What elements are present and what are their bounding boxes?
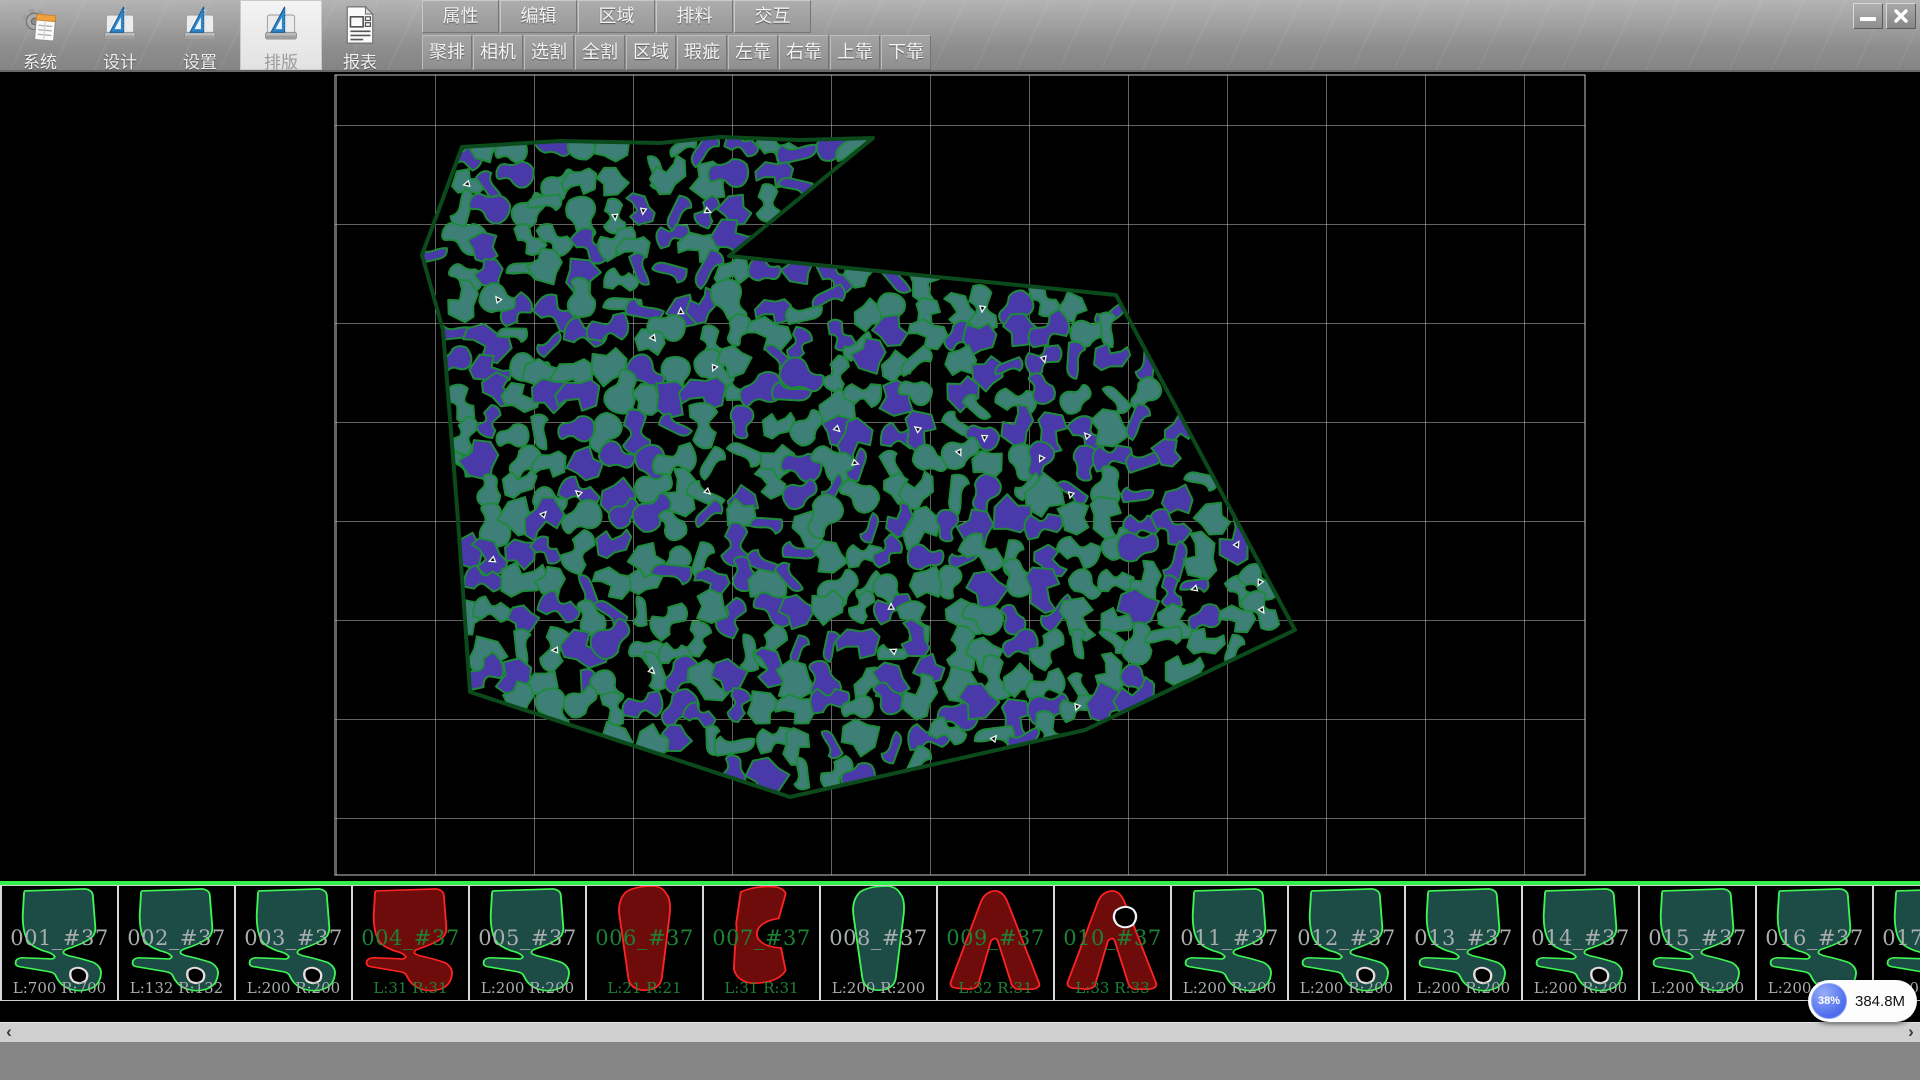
- main-tab-nesting[interactable]: 排版: [240, 0, 322, 70]
- main-tab-report[interactable]: 报表: [328, 0, 392, 70]
- part-thumbnail-010_#37[interactable]: 010_#37 L:33 R:33: [1055, 885, 1172, 1001]
- part-name: 004_#37: [353, 926, 468, 950]
- part-counts: L:200 R:200: [236, 979, 351, 997]
- tool-item-7[interactable]: 右靠: [779, 35, 829, 70]
- menu-item-0[interactable]: 属性: [422, 0, 499, 33]
- menu-bar: 属性编辑区域排料交互: [422, 0, 812, 33]
- part-counts: L:32 R:31: [938, 979, 1053, 997]
- part-counts: L:200 R:200: [1172, 979, 1287, 997]
- main-tab-setup[interactable]: 设置: [168, 0, 232, 70]
- part-name: 002_#37: [119, 926, 234, 950]
- progress-percent: 38%: [1818, 995, 1840, 1007]
- ruler-icon: [180, 3, 220, 47]
- part-thumbnail-014_#37[interactable]: 014_#37 L:200 R:200: [1523, 885, 1640, 1001]
- toolbar: 系统设计设置排版报表 属性编辑区域排料交互 聚排相机选割全割区域瑕疵左靠右靠上靠…: [0, 0, 1920, 72]
- nesting-canvas[interactable]: [0, 72, 1920, 881]
- part-name: 003_#37: [236, 926, 351, 950]
- part-counts: L:200 R:200: [1523, 979, 1638, 997]
- nesting-canvas-svg: [0, 72, 1920, 881]
- tool-item-6[interactable]: 左靠: [728, 35, 778, 70]
- progress-circle: 38%: [1811, 983, 1847, 1019]
- tool-bar: 聚排相机选割全割区域瑕疵左靠右靠上靠下靠: [422, 35, 932, 70]
- part-counts: L:700 R:700: [2, 979, 117, 997]
- part-thumbnail-003_#37[interactable]: 003_#37 L:200 R:200: [236, 885, 353, 1001]
- part-name: 008_#37: [821, 926, 936, 950]
- part-thumbnail-008_#37[interactable]: 008_#37 L:200 R:200: [821, 885, 938, 1001]
- main-tab-design[interactable]: 设计: [88, 0, 152, 70]
- part-name: 016_#37: [1757, 926, 1872, 950]
- part-name: 009_#37: [938, 926, 1053, 950]
- part-counts: L:200 R:200: [1289, 979, 1404, 997]
- part-name: 014_#37: [1523, 926, 1638, 950]
- part-counts: L:200 R:200: [470, 979, 585, 997]
- part-counts: L:200 R:200: [1640, 979, 1755, 997]
- part-counts: L:132 R:132: [119, 979, 234, 997]
- menu-item-1[interactable]: 编辑: [500, 0, 577, 33]
- part-counts: L:31 R:31: [704, 979, 819, 997]
- tool-item-2[interactable]: 选割: [524, 35, 574, 70]
- part-name: 015_#37: [1640, 926, 1755, 950]
- application-window: 系统设计设置排版报表 属性编辑区域排料交互 聚排相机选割全割区域瑕疵左靠右靠上靠…: [0, 0, 1920, 1080]
- part-thumbnail-011_#37[interactable]: 011_#37 L:200 R:200: [1172, 885, 1289, 1001]
- ruler-icon: [261, 3, 301, 47]
- part-name: 001_#37: [2, 926, 117, 950]
- tool-item-5[interactable]: 瑕疵: [677, 35, 727, 70]
- horizontal-scrollbar[interactable]: ‹ ›: [0, 1022, 1920, 1042]
- ruler-icon: [100, 3, 140, 47]
- close-icon: [1894, 9, 1908, 23]
- scroll-right-arrow[interactable]: ›: [1902, 1023, 1920, 1043]
- menu-item-2[interactable]: 区域: [578, 0, 655, 33]
- part-thumbnail-006_#37[interactable]: 006_#37 L:21 R:21: [587, 885, 704, 1001]
- part-name: 017_#37: [1874, 926, 1920, 950]
- part-name: 010_#37: [1055, 926, 1170, 950]
- part-name: 011_#37: [1172, 926, 1287, 950]
- part-name: 005_#37: [470, 926, 585, 950]
- part-thumbnail-013_#37[interactable]: 013_#37 L:200 R:200: [1406, 885, 1523, 1001]
- menu-item-4[interactable]: 交互: [734, 0, 811, 33]
- tool-item-3[interactable]: 全割: [575, 35, 625, 70]
- part-thumbnail-004_#37[interactable]: 004_#37 L:31 R:31: [353, 885, 470, 1001]
- part-thumbnail-001_#37[interactable]: 001_#37 L:700 R:700: [2, 885, 119, 1001]
- part-counts: L:21 R:21: [587, 979, 702, 997]
- part-counts: L:33 R:33: [1055, 979, 1170, 997]
- main-tab-label: 设置: [183, 48, 217, 73]
- tool-item-4[interactable]: 区域: [626, 35, 676, 70]
- main-tab-label: 排版: [264, 48, 298, 73]
- minimize-icon: [1860, 17, 1876, 21]
- part-counts: L:200 R:200: [821, 979, 936, 997]
- tool-item-1[interactable]: 相机: [473, 35, 523, 70]
- part-counts: L:200 R:200: [1406, 979, 1521, 997]
- close-button[interactable]: [1886, 3, 1916, 29]
- part-name: 006_#37: [587, 926, 702, 950]
- part-name: 007_#37: [704, 926, 819, 950]
- part-counts: L:31 R:31: [353, 979, 468, 997]
- part-name: 012_#37: [1289, 926, 1404, 950]
- tool-item-0[interactable]: 聚排: [422, 35, 472, 70]
- status-badge: 38% 384.8M: [1808, 980, 1917, 1022]
- main-tab-label: 报表: [343, 48, 377, 73]
- part-thumbnail-002_#37[interactable]: 002_#37 L:132 R:132: [119, 885, 236, 1001]
- parts-thumbnail-strip: 001_#37L:700 R:700002_#37L:132 R:132003_…: [0, 885, 1920, 1001]
- tool-item-9[interactable]: 下靠: [881, 35, 931, 70]
- tool-item-8[interactable]: 上靠: [830, 35, 880, 70]
- main-tab-label: 系统: [23, 48, 57, 73]
- part-thumbnail-015_#37[interactable]: 015_#37 L:200 R:200: [1640, 885, 1757, 1001]
- menu-item-3[interactable]: 排料: [656, 0, 733, 33]
- memory-usage: 384.8M: [1855, 993, 1905, 1010]
- part-thumbnail-009_#37[interactable]: 009_#37 L:32 R:31: [938, 885, 1055, 1001]
- part-thumbnail-012_#37[interactable]: 012_#37 L:200 R:200: [1289, 885, 1406, 1001]
- bottom-bar: [0, 1042, 1920, 1080]
- part-thumbnail-007_#37[interactable]: 007_#37 L:31 R:31: [704, 885, 821, 1001]
- scroll-left-arrow[interactable]: ‹: [0, 1023, 18, 1043]
- part-name: 013_#37: [1406, 926, 1521, 950]
- gear-doc-icon: [20, 3, 60, 47]
- report-doc-icon: [340, 3, 380, 47]
- main-tab-system[interactable]: 系统: [8, 0, 72, 70]
- minimize-button[interactable]: [1853, 3, 1883, 29]
- part-thumbnail-005_#37[interactable]: 005_#37 L:200 R:200: [470, 885, 587, 1001]
- main-tab-label: 设计: [103, 48, 137, 73]
